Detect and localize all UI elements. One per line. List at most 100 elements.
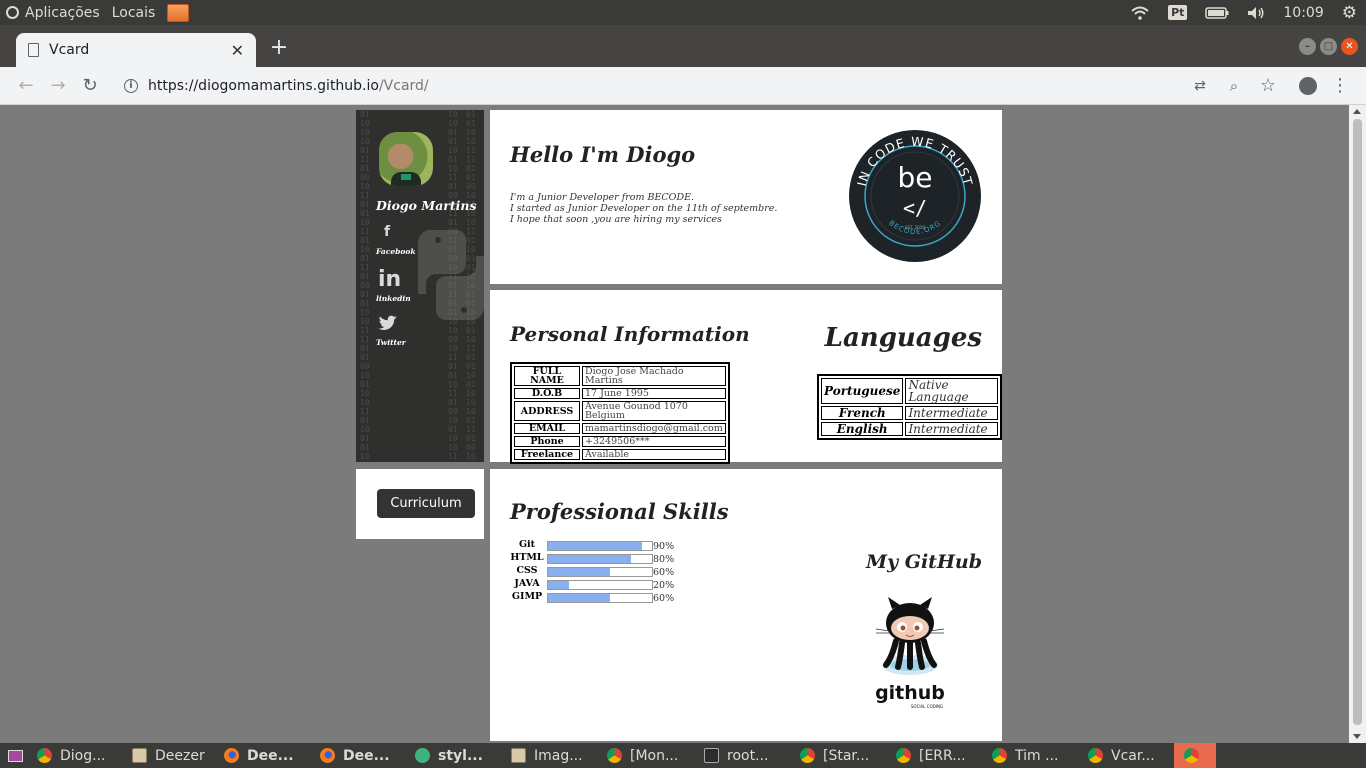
desktop-icon <box>8 749 23 762</box>
profile-name: Diogo Martins <box>376 198 477 213</box>
personal-info-key: Freelance <box>514 449 580 460</box>
taskbar-item-label: [ERR... <box>919 747 966 764</box>
intro-line: I hope that soon ,you are hiring my serv… <box>510 214 722 225</box>
forward-button[interactable]: → <box>46 74 70 98</box>
taskbar-item-label: Diog... <box>60 747 106 764</box>
scrollbar-thumb[interactable] <box>1353 119 1362 725</box>
skill-name: Git <box>518 539 536 550</box>
taskbar-item-label: Vcar... <box>1111 747 1155 764</box>
chrome-icon <box>1088 748 1103 763</box>
personal-info-key: Phone <box>514 436 580 447</box>
intro-title: Hello I'm Diogo <box>510 142 696 167</box>
taskbar-item[interactable]: Dee... <box>310 743 405 768</box>
chrome-icon <box>37 748 52 763</box>
taskbar-item[interactable]: [Mon... <box>597 743 694 768</box>
taskbar-item[interactable]: styl... <box>405 743 501 768</box>
taskbar-item[interactable]: [Star... <box>790 743 886 768</box>
tab-title: Vcard <box>49 42 90 58</box>
skill-progress-bar <box>547 567 653 577</box>
intro-card: Hello I'm Diogo I'm a Junior Developer f… <box>490 110 1002 284</box>
github-title: My GitHub <box>866 551 982 573</box>
folder-icon[interactable] <box>167 3 190 22</box>
skill-progress-fill <box>548 542 642 550</box>
menu-kebab-icon[interactable]: ⋮ <box>1328 74 1352 98</box>
personal-info-value: Available <box>582 449 726 460</box>
skill-percent: 20% <box>653 580 675 591</box>
language-row: French Intermediate <box>821 406 998 420</box>
curriculum-panel: Curriculum <box>356 469 484 539</box>
personal-info-key: FULL NAME <box>514 366 580 386</box>
scroll-down-arrow-icon[interactable] <box>1353 734 1361 739</box>
github-octocat-logo[interactable]: github SOCIAL CODING <box>862 595 966 721</box>
taskbar-item[interactable]: Tim ... <box>982 743 1078 768</box>
personal-info-title: Personal Information <box>510 322 750 346</box>
language-row: Portuguese Native Language <box>821 378 998 404</box>
personal-info-row: ADDRESS Avenue Gounod 1070 Belgium <box>514 401 726 421</box>
taskbar-item[interactable]: Deezer <box>122 743 214 768</box>
python-logo-watermark <box>418 230 484 320</box>
skill-percent: 60% <box>653 567 675 578</box>
minimize-window-button[interactable]: – <box>1299 38 1316 55</box>
profile-sidebar: 0110101001 1101001011 0101101101 1001110… <box>356 110 484 462</box>
taskbar-item[interactable]: [ERR... <box>886 743 982 768</box>
close-tab-icon[interactable]: ✕ <box>231 41 244 60</box>
page-scrollbar[interactable] <box>1349 105 1366 743</box>
twitter-icon[interactable] <box>378 315 398 335</box>
translate-icon[interactable]: ⇄ <box>1188 74 1212 98</box>
taskbar-item[interactable]: Vcar... <box>1078 743 1174 768</box>
app-window-icon <box>132 748 147 763</box>
taskbar-item[interactable]: Diog... <box>27 743 122 768</box>
clock[interactable]: 10:09 <box>1274 0 1332 25</box>
personal-info-key: EMAIL <box>514 423 580 434</box>
intro-line: I started as Junior Developer on the 11t… <box>510 203 778 214</box>
keyboard-layout-indicator[interactable]: Pt <box>1159 0 1196 25</box>
reload-button[interactable]: ↻ <box>78 74 102 98</box>
badge-logo-text: be <box>898 161 933 194</box>
places-menu[interactable]: Locais <box>112 5 162 21</box>
skill-progress-fill <box>548 568 611 576</box>
skill-progress-bar <box>547 554 653 564</box>
address-bar[interactable]: i https://diogomamartins.github.io/Vcard… <box>112 71 1218 101</box>
taskbar-item[interactable]: Dee... <box>214 743 310 768</box>
personal-info-value: Avenue Gounod 1070 Belgium <box>582 401 726 421</box>
facebook-icon[interactable]: f <box>378 224 396 240</box>
curriculum-button[interactable]: Curriculum <box>377 489 475 518</box>
ubuntu-logo-icon[interactable] <box>6 6 19 19</box>
zoom-icon[interactable]: ⌕ <box>1222 74 1246 98</box>
taskbar-item[interactable]: root... <box>694 743 790 768</box>
personal-info-value: Diogo José Machado Martins <box>582 366 726 386</box>
app-window-icon <box>511 748 526 763</box>
linkedin-icon[interactable]: in <box>378 267 401 292</box>
matrix-code-decoration: 0110101001 1101001011 0101101101 1001110… <box>360 110 370 462</box>
show-desktop-button[interactable] <box>0 743 27 768</box>
languages-title: Languages <box>824 323 982 353</box>
chrome-icon <box>1184 748 1199 763</box>
close-window-button[interactable]: ✕ <box>1341 38 1358 55</box>
taskbar-active-chrome[interactable] <box>1174 743 1216 768</box>
applications-menu[interactable]: Aplicações <box>25 5 106 21</box>
volume-icon[interactable] <box>1238 0 1274 25</box>
language-level: Intermediate <box>905 406 998 420</box>
taskbar-item[interactable]: Imag... <box>501 743 597 768</box>
profile-avatar-icon[interactable] <box>1296 74 1320 98</box>
skill-progress-fill <box>548 581 569 589</box>
site-info-icon[interactable]: i <box>124 79 138 93</box>
back-button[interactable]: ← <box>14 74 38 98</box>
languages-table: Portuguese Native Language French Intermedi… <box>817 374 1002 440</box>
settings-gear-icon[interactable]: ⚙ <box>1333 0 1366 25</box>
keyboard-layout-label: Pt <box>1168 5 1188 20</box>
skill-name: JAVA <box>514 578 540 589</box>
battery-icon[interactable] <box>1196 0 1238 25</box>
twitter-link[interactable]: Twitter <box>376 338 406 347</box>
wifi-icon[interactable] <box>1121 0 1159 25</box>
browser-toolbar: ← → ↻ i https://diogomamartins.github.io… <box>0 67 1366 105</box>
page-viewport: 0110101001 1101001011 0101101101 1001110… <box>0 105 1349 743</box>
linkedin-link[interactable]: linkedin <box>376 294 411 303</box>
new-tab-button[interactable]: + <box>268 37 290 59</box>
scroll-up-arrow-icon[interactable] <box>1353 109 1361 114</box>
browser-tab[interactable]: Vcard ✕ <box>16 33 256 67</box>
maximize-window-button[interactable]: □ <box>1320 38 1337 55</box>
facebook-link[interactable]: Facebook <box>376 247 416 256</box>
bookmark-star-icon[interactable]: ☆ <box>1256 74 1280 98</box>
personal-info-row: EMAIL mamartinsdiogo@gmail.com <box>514 423 726 434</box>
